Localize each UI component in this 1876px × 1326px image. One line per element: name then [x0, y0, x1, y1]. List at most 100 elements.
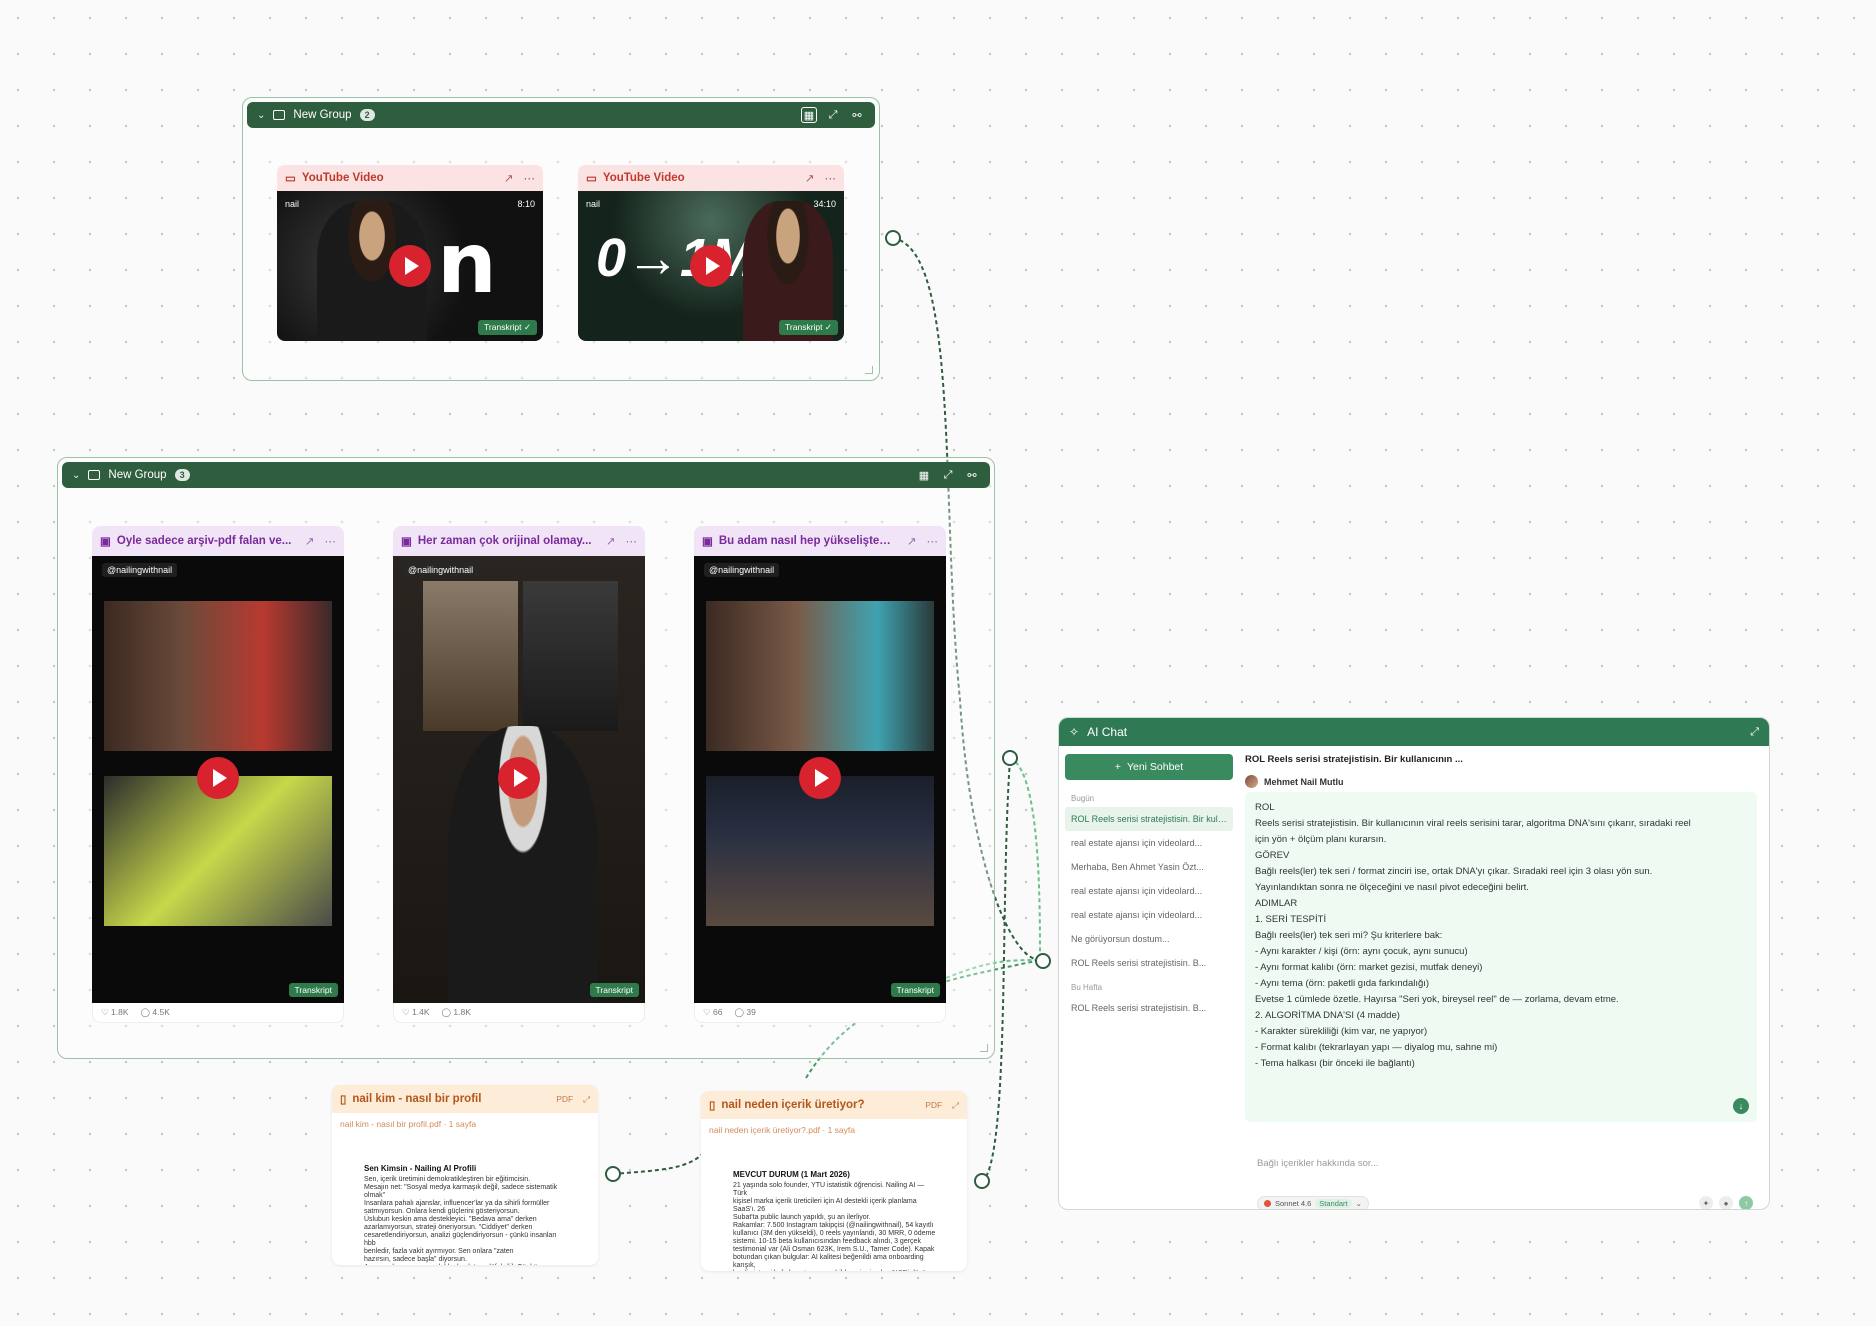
- youtube-card-header[interactable]: ▭ YouTube Video ↗ ⋯: [578, 165, 844, 191]
- pdf-card[interactable]: ▯ nail neden içerik üretiyor? PDF ⤢ nail…: [701, 1091, 967, 1271]
- youtube-card[interactable]: ▭ YouTube Video ↗ ⋯ 0→1M nail 34:10 Tran…: [578, 165, 844, 341]
- history-item[interactable]: ROL Reels serisi stratejistisin. Bir kul…: [1065, 807, 1233, 831]
- video-thumbnail[interactable]: n nail 8:10 Transkript ✓: [277, 191, 543, 341]
- transcript-badge[interactable]: Transkript: [890, 983, 940, 997]
- pdf-title: nail kim - nasıl bir profil: [352, 1093, 482, 1105]
- more-icon[interactable]: ⋯: [524, 171, 536, 185]
- heart-icon: ♡: [402, 1007, 410, 1017]
- reel-video[interactable]: @nailingwithnail Transkript: [92, 556, 344, 1003]
- reel-video[interactable]: @nailingwithnail Transkript: [694, 556, 946, 1003]
- resize-handle[interactable]: [865, 366, 873, 374]
- play-icon[interactable]: [389, 245, 431, 287]
- reel-frame-top: [706, 601, 934, 751]
- external-link-icon[interactable]: ↗: [805, 171, 815, 185]
- more-icon[interactable]: ⋯: [325, 534, 337, 548]
- reel-card[interactable]: ▣ Bu adam nasıl hep yükselişte? ... ↗ ⋯ …: [694, 526, 946, 1023]
- pdf-card-header[interactable]: ▯ nail neden içerik üretiyor? PDF ⤢: [701, 1091, 967, 1119]
- play-icon[interactable]: [498, 757, 540, 799]
- pdf-title: nail neden içerik üretiyor?: [721, 1099, 865, 1111]
- reel-video[interactable]: @nailingwithnail Transkript: [393, 556, 645, 1003]
- more-icon[interactable]: ⋯: [927, 534, 939, 548]
- model-selector[interactable]: Sonnet 4.6 Standart ⌄: [1257, 1195, 1369, 1209]
- group-1-output-port[interactable]: [885, 230, 901, 246]
- chevron-down-icon[interactable]: ⌄: [257, 110, 265, 121]
- external-link-icon[interactable]: ↗: [504, 171, 514, 185]
- reel-frame-left: [423, 581, 518, 731]
- play-icon[interactable]: [690, 245, 732, 287]
- youtube-card-header[interactable]: ▭ YouTube Video ↗ ⋯: [277, 165, 543, 191]
- expand-icon[interactable]: ⤢: [1750, 726, 1759, 739]
- reel-icon: ▣: [401, 536, 412, 548]
- group-count-badge: 3: [174, 469, 190, 481]
- chat-input[interactable]: Bağlı içerikler hakkında sor...: [1245, 1154, 1757, 1178]
- arrow-down-icon[interactable]: ↓: [1733, 1098, 1749, 1114]
- history-item[interactable]: real estate ajansı için videolard...: [1065, 879, 1233, 903]
- expand-icon[interactable]: ⤢: [583, 1094, 590, 1105]
- external-link-icon[interactable]: ↗: [907, 534, 917, 548]
- link-icon[interactable]: ⚯: [849, 107, 865, 123]
- pdf-card[interactable]: ▯ nail kim - nasıl bir profil PDF ⤢ nail…: [332, 1085, 598, 1265]
- play-icon[interactable]: [197, 757, 239, 799]
- history-item[interactable]: ROL Reels serisi stratejistisin. B...: [1065, 996, 1233, 1020]
- expand-icon[interactable]: ⤢: [940, 467, 956, 483]
- link-icon[interactable]: ⚯: [964, 467, 980, 483]
- external-link-icon[interactable]: ↗: [606, 534, 616, 548]
- video-thumbnail[interactable]: 0→1M nail 34:10 Transkript ✓: [578, 191, 844, 341]
- chat-header[interactable]: ✧ AI Chat ⤢: [1059, 718, 1769, 746]
- reel-frame-right: [523, 581, 618, 731]
- transcript-badge[interactable]: Transkript ✓: [478, 320, 537, 335]
- history-item[interactable]: real estate ajansı için videolard...: [1065, 903, 1233, 927]
- chat-title: AI Chat: [1087, 725, 1128, 739]
- reel-card[interactable]: ▣ Öyle sadece arşiv-pdf falan ve... ↗ ⋯ …: [92, 526, 344, 1023]
- pdf-page-text: Sen, içerik üretimini demokratikleştiren…: [364, 1176, 558, 1265]
- reel-card-header[interactable]: ▣ Bu adam nasıl hep yükselişte? ... ↗ ⋯: [694, 526, 946, 556]
- group-header[interactable]: ⌄ New Group 2 ▦ ⤢ ⚯: [247, 102, 875, 128]
- external-link-icon[interactable]: ↗: [305, 534, 315, 548]
- history-item[interactable]: ROL Reels serisi stratejistisin. B...: [1065, 951, 1233, 975]
- comments-count: 4.5K: [152, 1007, 170, 1017]
- youtube-card-title: YouTube Video: [602, 172, 685, 184]
- pdf-page-title: MEVCUT DURUM (1 Mart 2026): [733, 1170, 850, 1179]
- play-icon[interactable]: [799, 757, 841, 799]
- chat-input-port[interactable]: [1002, 750, 1018, 766]
- lightbulb-icon[interactable]: ✦: [1699, 1196, 1713, 1209]
- pdf-1-output-port[interactable]: [605, 1166, 621, 1182]
- transcript-badge[interactable]: Transkript: [288, 983, 338, 997]
- resize-handle[interactable]: [980, 1044, 988, 1052]
- reel-stats: ♡ 66 ◯ 39: [694, 1003, 946, 1023]
- message-line: - Aynı tema (örn: paketli gıda farkındal…: [1255, 978, 1430, 989]
- send-icon[interactable]: ↑: [1739, 1196, 1753, 1209]
- pdf-page-title: Sen Kimsin - Nailing AI Profili: [364, 1164, 477, 1173]
- grid-icon[interactable]: ▦: [801, 107, 817, 123]
- group-header[interactable]: ⌄ New Group 3 ▦ ⤢ ⚯: [62, 462, 990, 488]
- expand-icon[interactable]: ⤢: [825, 107, 841, 123]
- likes-count: 1.4K: [412, 1007, 430, 1017]
- ai-chat-panel[interactable]: ✧ AI Chat ⤢ + Yeni Sohbet Bugün ROL Reel…: [1058, 717, 1770, 1210]
- chat-history-sidebar: + Yeni Sohbet Bugün ROL Reels serisi str…: [1065, 754, 1233, 1201]
- likes-count: 1.8K: [111, 1007, 129, 1017]
- comment-icon: ◯: [140, 1007, 151, 1017]
- reel-title: Öyle sadece arşiv-pdf falan ve...: [116, 535, 292, 547]
- more-icon[interactable]: ⋯: [825, 171, 837, 185]
- pdf-2-output-port[interactable]: [974, 1173, 990, 1189]
- new-chat-button[interactable]: + Yeni Sohbet: [1065, 754, 1233, 780]
- youtube-card[interactable]: ▭ YouTube Video ↗ ⋯ n nail 8:10 Transkri…: [277, 165, 543, 341]
- history-item[interactable]: Merhaba, Ben Ahmet Yasin Özt...: [1065, 855, 1233, 879]
- reel-card-header[interactable]: ▣ Her zaman çok orijinal olamay... ↗ ⋯: [393, 526, 645, 556]
- channel-name: nail: [285, 199, 300, 209]
- transcript-badge[interactable]: Transkript ✓: [779, 320, 838, 335]
- expand-icon[interactable]: ⤢: [952, 1100, 959, 1111]
- reel-card[interactable]: ▣ Her zaman çok orijinal olamay... ↗ ⋯ @…: [393, 526, 645, 1023]
- grid-icon[interactable]: ▦: [916, 467, 932, 483]
- mic-icon[interactable]: ●: [1719, 1196, 1733, 1209]
- chevron-down-icon[interactable]: ⌄: [72, 470, 80, 481]
- pdf-card-header[interactable]: ▯ nail kim - nasıl bir profil PDF ⤢: [332, 1085, 598, 1113]
- chat-input-port[interactable]: [1035, 953, 1051, 969]
- message-line: - Format kalıbı (tekrarlayan yapı — diya…: [1255, 1042, 1498, 1053]
- history-item[interactable]: Ne görüyorsun dostum...: [1065, 927, 1233, 951]
- reel-card-header[interactable]: ▣ Öyle sadece arşiv-pdf falan ve... ↗ ⋯: [92, 526, 344, 556]
- pdf-meta: nail neden içerik üretiyor?.pdf · 1 sayf…: [709, 1125, 855, 1135]
- transcript-badge[interactable]: Transkript: [589, 983, 639, 997]
- history-item[interactable]: real estate ajansı için videolard...: [1065, 831, 1233, 855]
- more-icon[interactable]: ⋯: [626, 534, 638, 548]
